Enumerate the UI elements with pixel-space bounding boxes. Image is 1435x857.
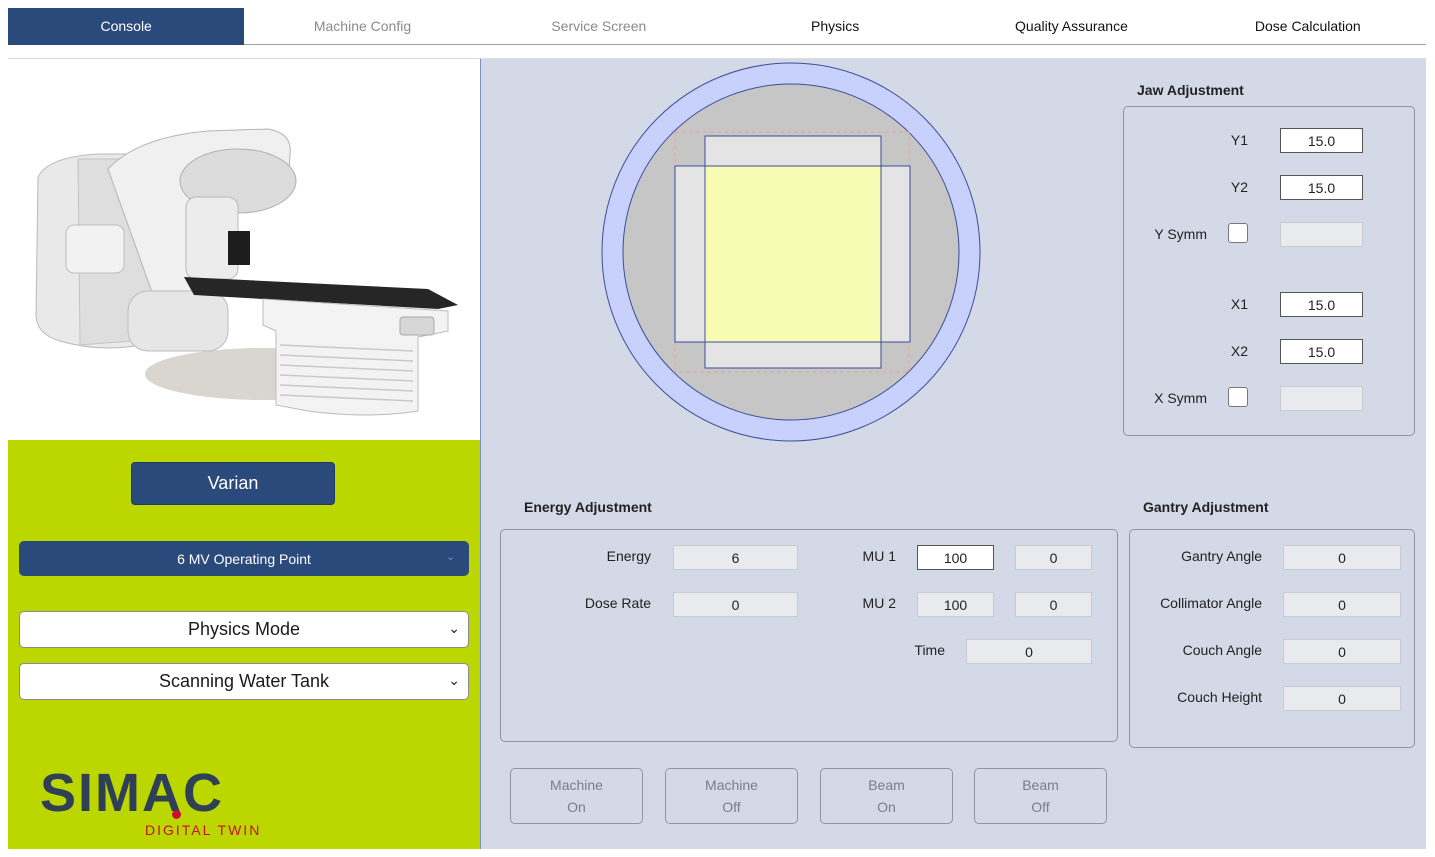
mu2-set-input[interactable]: 100 <box>917 592 994 617</box>
chevron-down-icon: ⌄ <box>448 620 460 636</box>
gantry-angle-label: Gantry Angle <box>1181 548 1262 564</box>
logo-tagline: DIGITAL TWIN <box>145 822 262 838</box>
tab-dose-calculation[interactable]: Dose Calculation <box>1189 8 1426 45</box>
x1-input[interactable]: 15.0 <box>1280 292 1363 317</box>
accessory-value: Scanning Water Tank <box>158 671 330 691</box>
app-window: Console Machine Config Service Screen Ph… <box>0 0 1435 857</box>
collimator-angle-label: Collimator Angle <box>1160 595 1262 611</box>
operating-point-select[interactable]: 6 MV Operating Point ⌄ <box>19 541 469 576</box>
x2-label: X2 <box>1230 343 1248 359</box>
gantry-angle-input[interactable]: 0 <box>1283 545 1401 570</box>
y1-label: Y1 <box>1230 132 1248 148</box>
mode-value: Physics Mode <box>187 619 301 639</box>
beam-off-button[interactable]: Beam Off <box>974 768 1107 824</box>
field-view <box>601 62 981 442</box>
left-panel: Varian 6 MV Operating Point ⌄ Physics Mo… <box>8 59 480 849</box>
couch-height-label: Couch Height <box>1177 689 1262 705</box>
machine-on-line1: Machine <box>550 777 603 793</box>
beam-on-button[interactable]: Beam On <box>820 768 953 824</box>
beam-on-line1: Beam <box>868 777 905 793</box>
radiation-field <box>704 165 882 343</box>
chevron-down-icon: ⌄ <box>445 551 455 563</box>
machine-off-button[interactable]: Machine Off <box>665 768 798 824</box>
couch-column <box>262 298 449 416</box>
tab-quality-assurance[interactable]: Quality Assurance <box>953 8 1190 45</box>
beam-on-line2: On <box>877 799 896 815</box>
tab-console[interactable]: Console <box>8 8 245 45</box>
vendor-button[interactable]: Varian <box>131 462 335 505</box>
mu1-set-input[interactable]: 100 <box>917 545 994 570</box>
console-controls: Varian 6 MV Operating Point ⌄ Physics Mo… <box>8 440 480 849</box>
energy-input[interactable]: 6 <box>673 545 798 570</box>
y-symm-input[interactable] <box>1280 222 1363 247</box>
energy-adjustment-group: Energy 6 Dose Rate 0 MU 1 100 0 MU 2 100… <box>500 529 1118 742</box>
linac-image <box>8 59 480 440</box>
couch-angle-label: Couch Angle <box>1182 642 1262 658</box>
dose-rate-label: Dose Rate <box>584 595 651 611</box>
jaw-adjustment-title: Jaw Adjustment <box>1137 82 1244 98</box>
energy-label: Energy <box>606 548 651 564</box>
mu2-label: MU 2 <box>862 595 896 611</box>
linac-illustration <box>35 128 458 416</box>
energy-adjustment-title: Energy Adjustment <box>524 499 652 515</box>
mu1-label: MU 1 <box>862 548 896 564</box>
gantry-adjustment-group: Gantry Angle 0 Collimator Angle 0 Couch … <box>1129 529 1415 748</box>
gantry-adjustment-title: Gantry Adjustment <box>1143 499 1269 515</box>
tab-physics[interactable]: Physics <box>716 8 954 45</box>
y1-input[interactable]: 15.0 <box>1280 128 1363 153</box>
machine-off-line2: Off <box>722 799 741 815</box>
right-panel: Jaw Adjustment Y1 15.0 Y2 15.0 Y Symm X1… <box>480 59 1426 849</box>
x-symm-checkbox[interactable] <box>1228 387 1248 407</box>
beam-off-line1: Beam <box>1022 777 1059 793</box>
imager-panel <box>228 231 250 265</box>
main-tabs: Console Machine Config Service Screen Ph… <box>8 8 1426 45</box>
simac-logo: SIMAC DIGITAL TWIN <box>40 763 259 838</box>
machine-off-line1: Machine <box>705 777 758 793</box>
collimator-angle-input[interactable]: 0 <box>1283 592 1401 617</box>
y2-input[interactable]: 15.0 <box>1280 175 1363 200</box>
mode-select[interactable]: Physics Mode ⌄ <box>19 611 469 648</box>
logo-wordmark: SIMAC <box>40 763 224 823</box>
jaw-adjustment-group: Y1 15.0 Y2 15.0 Y Symm X1 15.0 X2 15.0 X… <box>1123 106 1415 436</box>
couch-pendant <box>399 316 435 336</box>
accessory-select[interactable]: Scanning Water Tank ⌄ <box>19 663 469 700</box>
tab-machine-config[interactable]: Machine Config <box>244 8 481 45</box>
couch-height-input[interactable]: 0 <box>1283 686 1401 711</box>
chevron-down-icon: ⌄ <box>448 672 460 688</box>
x-symm-label: X Symm <box>1154 390 1207 406</box>
x-symm-input[interactable] <box>1280 386 1363 411</box>
logo-dot <box>172 810 181 819</box>
beam-off-line2: Off <box>1031 799 1050 815</box>
couch-angle-input[interactable]: 0 <box>1283 639 1401 664</box>
operating-point-value: 6 MV Operating Point <box>177 550 311 567</box>
y-symm-checkbox[interactable] <box>1228 223 1248 243</box>
dose-rate-input[interactable]: 0 <box>673 592 798 617</box>
gantry-panel <box>65 224 125 274</box>
y2-label: Y2 <box>1230 179 1248 195</box>
machine-on-button[interactable]: Machine On <box>510 768 643 824</box>
y-symm-label: Y Symm <box>1154 226 1207 242</box>
gantry-base <box>127 290 229 352</box>
mu2-actual-input[interactable]: 0 <box>1015 592 1092 617</box>
time-label: Time <box>914 642 945 658</box>
x2-input[interactable]: 15.0 <box>1280 339 1363 364</box>
time-input[interactable]: 0 <box>966 639 1092 664</box>
x1-label: X1 <box>1230 296 1248 312</box>
machine-on-line2: On <box>567 799 586 815</box>
tab-service-screen[interactable]: Service Screen <box>480 8 717 45</box>
mu1-actual-input[interactable]: 0 <box>1015 545 1092 570</box>
